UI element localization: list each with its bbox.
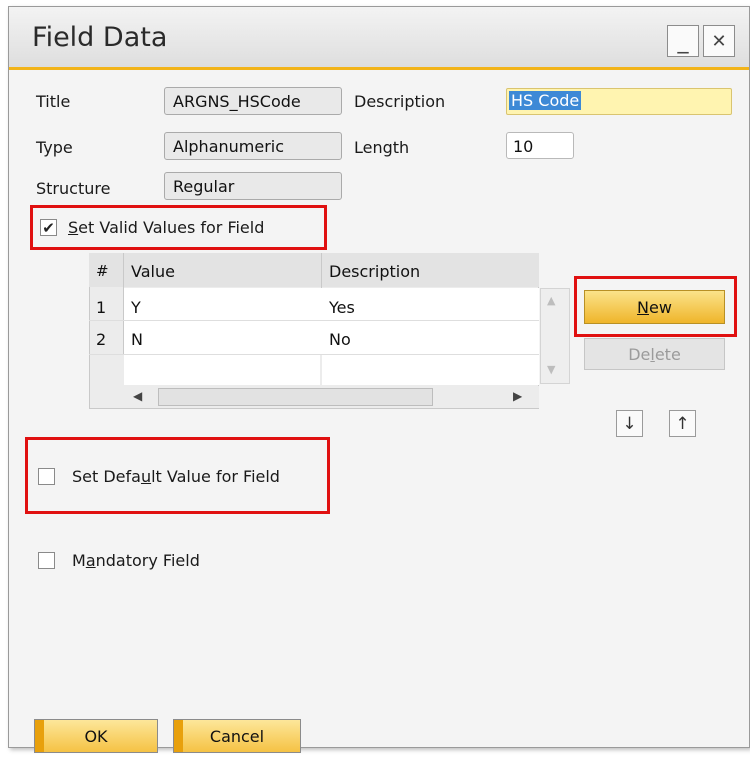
close-button[interactable]: ✕: [703, 25, 735, 57]
description-selected-text: HS Code: [509, 91, 582, 110]
description-label: Description: [354, 92, 446, 111]
ok-button-label: OK: [84, 726, 108, 746]
row-3-value[interactable]: [124, 355, 320, 385]
scroll-down-icon[interactable]: ▼: [547, 363, 555, 376]
scroll-up-icon[interactable]: ▲: [547, 294, 555, 307]
row-3-description[interactable]: [322, 355, 539, 385]
mandatory-label: Mandatory Field: [72, 551, 200, 570]
move-down-button[interactable]: ↓: [616, 410, 643, 437]
delete-button-label: Delete: [628, 344, 681, 364]
close-icon: ✕: [711, 30, 727, 52]
length-label: Length: [354, 138, 410, 157]
row-1-description[interactable]: Yes: [322, 294, 538, 317]
title-field: ARGNS_HSCode: [164, 87, 342, 115]
arrow-up-icon: ↑: [675, 413, 690, 434]
length-field[interactable]: 10: [506, 132, 574, 159]
cancel-button[interactable]: Cancel: [173, 719, 301, 753]
valid-values-label: Set Valid Values for Field: [68, 218, 265, 237]
checkmark-icon: ✔: [42, 218, 55, 237]
ok-button[interactable]: OK: [34, 719, 158, 753]
column-header-description: Description: [329, 262, 421, 281]
column-header-value: Value: [131, 262, 175, 281]
delete-button[interactable]: Delete: [584, 338, 725, 370]
description-field[interactable]: HS Code: [506, 88, 732, 115]
type-field: Alphanumeric: [164, 132, 342, 160]
row-1-number: 1: [96, 298, 107, 317]
scrollbar-thumb[interactable]: [158, 388, 433, 406]
cancel-button-label: Cancel: [209, 726, 265, 746]
title-label: Title: [36, 92, 71, 111]
mandatory-checkbox[interactable]: [38, 552, 55, 569]
row-1-value[interactable]: Y: [124, 294, 320, 317]
row-separator: [89, 320, 539, 321]
minimize-icon: _: [677, 28, 689, 54]
valid-values-checkbox[interactable]: ✔: [40, 218, 57, 237]
type-label: Type: [36, 138, 73, 157]
move-up-button[interactable]: ↑: [669, 410, 696, 437]
scroll-right-icon[interactable]: ▶: [513, 389, 522, 403]
arrow-down-icon: ↓: [622, 413, 637, 434]
minimize-button[interactable]: _: [667, 25, 699, 57]
title-accent-line: [9, 67, 749, 70]
default-value-label: Set Default Value for Field: [72, 467, 280, 486]
column-header-number: #: [96, 262, 109, 280]
structure-label: Structure: [36, 179, 111, 198]
window-title: Field Data: [32, 22, 168, 53]
row-2-value[interactable]: N: [124, 326, 320, 349]
scroll-left-icon[interactable]: ◀: [133, 389, 142, 403]
structure-field: Regular: [164, 172, 342, 200]
new-button[interactable]: New: [584, 290, 725, 324]
default-value-checkbox[interactable]: [38, 468, 55, 485]
row-2-description[interactable]: No: [322, 326, 538, 349]
new-button-label: New: [637, 297, 672, 317]
row-2-number: 2: [96, 330, 107, 349]
